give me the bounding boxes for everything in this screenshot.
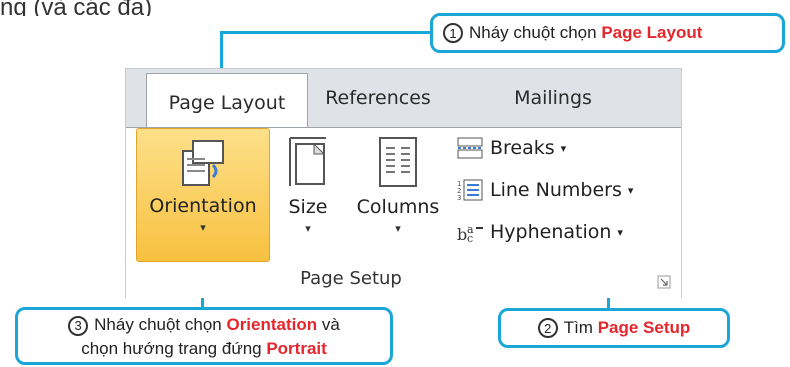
svg-text:c: c <box>467 232 473 244</box>
columns-caret-icon: ▾ <box>395 223 401 235</box>
callout-1-highlight: Page Layout <box>601 23 703 42</box>
callout-3-text-b: và <box>317 315 340 334</box>
orientation-caret-icon: ▾ <box>200 222 206 234</box>
orientation-button[interactable]: Orientation ▾ <box>136 128 270 262</box>
page-setup-panel: Orientation ▾ Size ▾ Columns ▾ Breaks ▾ … <box>126 127 681 298</box>
columns-button[interactable]: Columns ▾ <box>348 134 448 235</box>
size-icon <box>289 137 326 186</box>
breaks-button[interactable]: Breaks ▾ <box>456 136 566 160</box>
callout-2-highlight: Page Setup <box>597 318 691 337</box>
size-button[interactable]: Size ▾ <box>278 134 338 235</box>
step-number-3: 3 <box>68 316 89 336</box>
breaks-icon <box>457 137 483 159</box>
line-numbers-button[interactable]: 1 2 3 Line Numbers ▾ <box>456 178 633 202</box>
line-numbers-label: Line Numbers <box>490 179 622 201</box>
breaks-label: Breaks <box>490 137 555 159</box>
breaks-caret-icon: ▾ <box>560 141 567 155</box>
hyphenation-label: Hyphenation <box>490 221 612 243</box>
ribbon: Page Layout References Mailings Orientat… <box>125 68 682 298</box>
callout-3-text-a: Nháy chuột chọn <box>94 315 227 334</box>
svg-text:3: 3 <box>457 194 461 202</box>
hyphenation-button[interactable]: b a c Hyphenation ▾ <box>456 220 623 244</box>
orientation-icon <box>182 140 224 186</box>
step-number-1: 1 <box>443 23 463 43</box>
callout-3-text-c: chọn hướng trang đứng <box>81 339 267 358</box>
svg-text:b: b <box>457 225 467 244</box>
callout-1-text: Nháy chuột chọn <box>469 23 602 42</box>
columns-label: Columns <box>356 196 440 218</box>
size-label: Size <box>288 196 328 218</box>
callout-step-1: 1 Nháy chuột chọn Page Layout <box>430 13 785 53</box>
line-numbers-caret-icon: ▾ <box>627 183 634 197</box>
tab-page-layout[interactable]: Page Layout <box>146 73 308 132</box>
page-setup-group-label: Page Setup <box>300 268 402 289</box>
step-number-2: 2 <box>537 318 558 338</box>
connector-line-c1 <box>220 31 432 34</box>
size-caret-icon: ▾ <box>305 223 311 235</box>
callout-3-highlight-c: Portrait <box>266 339 327 358</box>
callout-step-2: 2 Tìm Page Setup <box>498 308 730 348</box>
callout-2-text: Tìm <box>563 318 598 337</box>
hyphenation-icon: b a c <box>457 223 483 244</box>
hyphenation-caret-icon: ▾ <box>617 225 623 239</box>
line-numbers-icon: 1 2 3 <box>457 179 483 202</box>
ribbon-tabbar: Page Layout References Mailings <box>126 69 681 132</box>
tab-mailings[interactable]: Mailings <box>488 69 618 127</box>
callout-step-3: 3 Nháy chuột chọn Orientation và chọn hướ… <box>15 307 393 365</box>
columns-icon <box>379 137 417 187</box>
callout-3-highlight-a: Orientation <box>226 315 318 334</box>
callout-3-line-1: 3 Nháy chuột chọn Orientation và <box>26 313 382 337</box>
dialog-launcher-icon[interactable] <box>657 275 671 289</box>
orientation-label: Orientation <box>149 195 257 217</box>
top-partial-text: ng (và các đa) <box>0 0 153 16</box>
callout-3-line-2: chọn hướng trang đứng Portrait <box>26 337 382 361</box>
tab-references[interactable]: References <box>318 69 438 127</box>
